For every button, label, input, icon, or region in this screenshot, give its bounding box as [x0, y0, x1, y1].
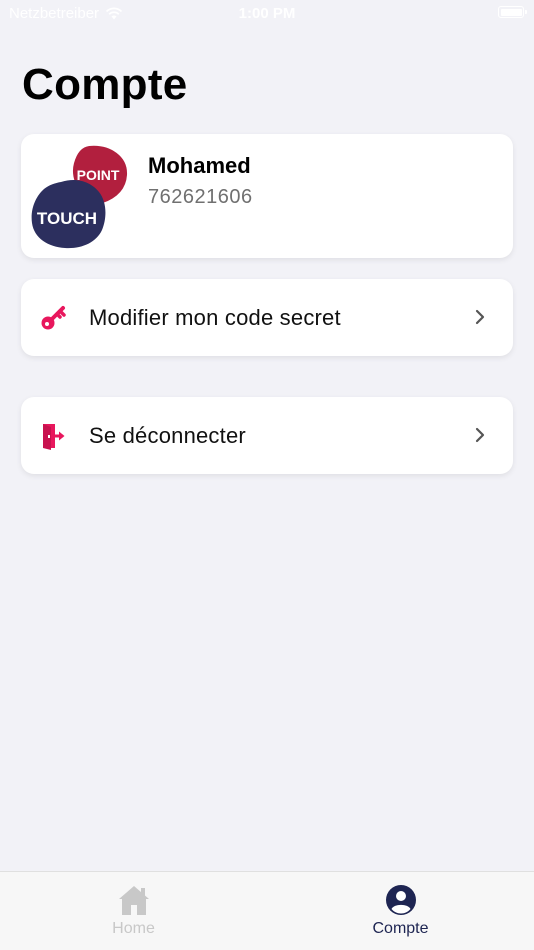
chevron-right-icon [475, 427, 485, 443]
page-title: Compte [22, 60, 188, 109]
profile-name: Mohamed [148, 153, 251, 178]
logout-icon [43, 424, 65, 450]
logo-text-touch: TOUCH [37, 209, 97, 228]
user-circle-icon [385, 885, 416, 915]
touch-point-logo: POINT TOUCH [31, 144, 130, 249]
profile-card: POINT TOUCH Mohamed 762621606 [21, 134, 513, 258]
logo-text-point: POINT [77, 167, 120, 183]
tab-home-label: Home [112, 920, 155, 937]
change-secret-code-label: Modifier mon code secret [89, 305, 341, 330]
tab-compte[interactable]: Compte [267, 872, 534, 950]
profile-phone: 762621606 [148, 186, 253, 208]
key-icon [41, 306, 66, 330]
status-time: 1:00 PM [238, 5, 296, 22]
tab-bar: Home Compte [0, 871, 534, 950]
logout-label: Se déconnecter [89, 423, 246, 448]
tab-home[interactable]: Home [0, 872, 267, 950]
logout-button[interactable]: Se déconnecter [21, 397, 513, 474]
change-secret-code-button[interactable]: Modifier mon code secret [21, 279, 513, 356]
battery-icon [498, 6, 527, 18]
tab-compte-label: Compte [372, 920, 429, 937]
chevron-right-icon [475, 309, 485, 325]
status-bar: Netzbetreiber 1:00 PM [0, 0, 534, 28]
home-icon [118, 886, 149, 915]
